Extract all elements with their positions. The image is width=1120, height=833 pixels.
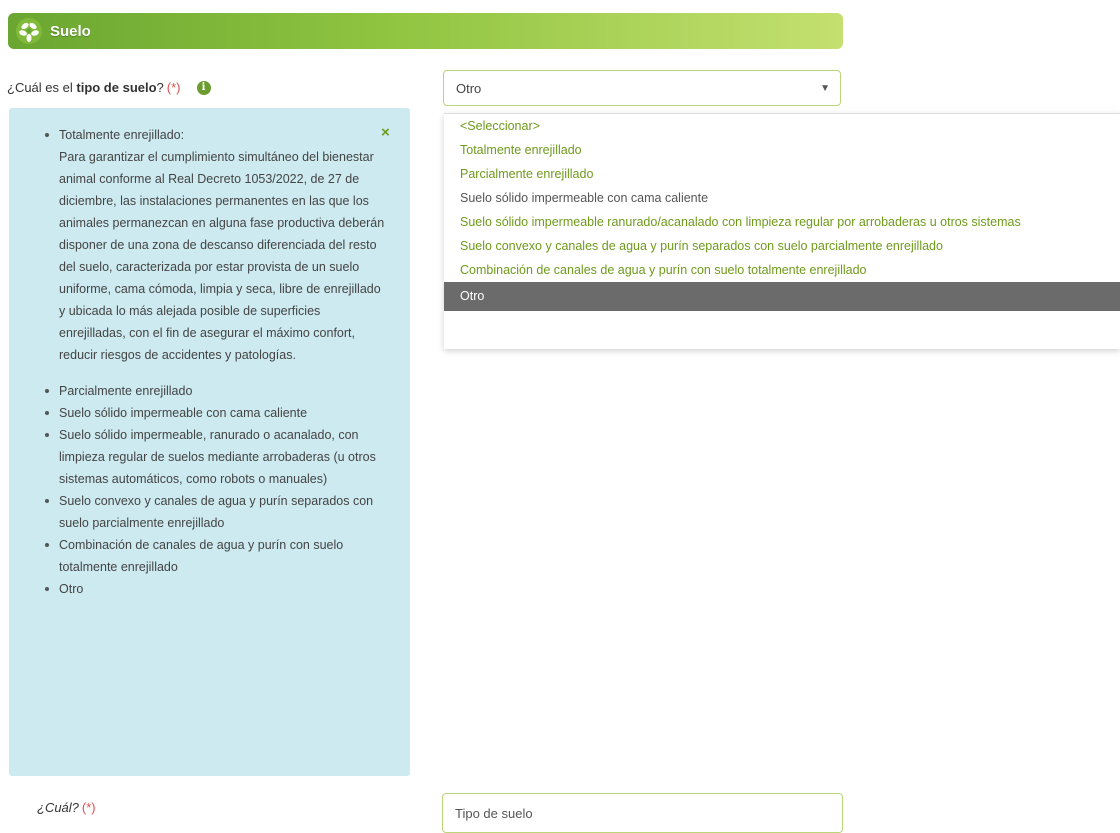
question-prefix: ¿Cuál es el (7, 80, 73, 95)
help-item: Otro (45, 578, 389, 600)
info-icon[interactable]: i (196, 80, 211, 95)
question-bold: tipo de suelo (76, 80, 157, 95)
which-question: ¿Cuál? (*) (37, 800, 96, 815)
help-item: Suelo convexo y canales de agua y purín … (45, 490, 389, 534)
leaf-cluster-icon (14, 16, 44, 46)
floor-type-text-input[interactable] (442, 793, 843, 833)
dropdown-option[interactable]: Suelo convexo y canales de agua y purín … (444, 234, 1120, 258)
chevron-down-icon: ▼ (820, 82, 830, 94)
help-item: Combinación de canales de agua y purín c… (45, 534, 389, 578)
select-value: Otro (456, 80, 482, 96)
dropdown-option[interactable]: Combinación de canales de agua y purín c… (444, 258, 1120, 282)
help-item: Parcialmente enrejillado (45, 380, 389, 402)
help-panel: × Totalmente enrejillado: Para garantiza… (9, 108, 410, 776)
dropdown-option[interactable]: Parcialmente enrejillado (444, 162, 1120, 186)
help-list: Totalmente enrejillado: Para garantizar … (45, 124, 389, 600)
floor-type-select[interactable]: Otro ▼ (443, 70, 841, 106)
floor-type-question: ¿Cuál es el tipo de suelo? (*) i (7, 80, 211, 95)
dropdown-option[interactable]: Suelo sólido impermeable con cama calien… (444, 186, 1120, 210)
dropdown-option[interactable]: Suelo sólido impermeable ranurado/acanal… (444, 210, 1120, 234)
dropdown-option-selected[interactable]: Otro (444, 282, 1120, 311)
help-item: Totalmente enrejillado: Para garantizar … (45, 124, 389, 366)
section-header: Suelo (8, 13, 843, 49)
help-item-desc: Para garantizar el cumplimiento simultán… (59, 150, 385, 362)
section-title: Suelo (50, 22, 91, 40)
dropdown-option[interactable]: Totalmente enrejillado (444, 138, 1120, 162)
required-marker: (*) (81, 800, 96, 815)
floor-type-dropdown: <Seleccionar> Totalmente enrejillado Par… (444, 113, 1120, 349)
help-item-title: Totalmente enrejillado: (59, 128, 185, 142)
help-item: Suelo sólido impermeable, ranurado o aca… (45, 424, 389, 490)
required-marker: (*) (166, 80, 181, 95)
question-suffix: ? (156, 80, 164, 95)
dropdown-option[interactable]: <Seleccionar> (444, 114, 1120, 138)
which-label: ¿Cuál? (37, 800, 79, 815)
help-item: Suelo sólido impermeable con cama calien… (45, 402, 389, 424)
